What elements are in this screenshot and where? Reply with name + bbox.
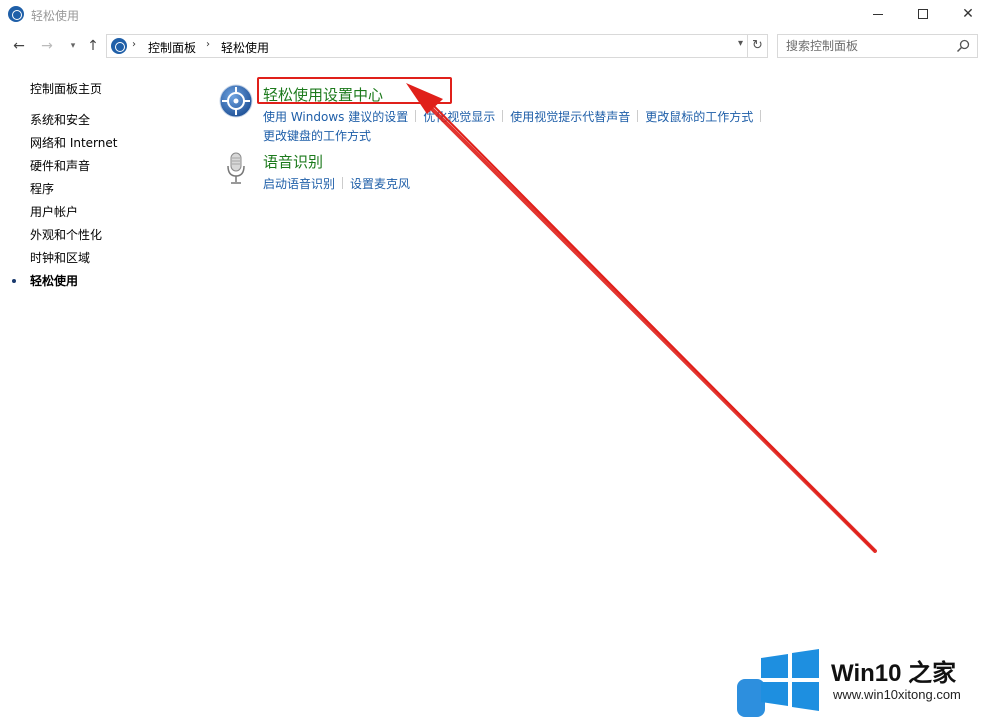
control-panel-home-link[interactable]: 控制面板主页	[30, 80, 102, 97]
chevron-down-icon: ▾	[70, 41, 76, 51]
search-icon[interactable]	[956, 39, 970, 53]
watermark-url: www.win10xitong.com	[833, 687, 961, 702]
back-arrow-icon: ←	[13, 38, 25, 54]
up-button[interactable]: ↑	[84, 36, 102, 56]
maximize-icon	[918, 9, 928, 19]
nav-item-label: 外观和个性化	[30, 228, 103, 242]
separator	[342, 177, 344, 189]
task-link-recommended-settings[interactable]: 使用 Windows 建议的设置	[263, 110, 408, 124]
task-links: 使用 Windows 建议的设置 优化视觉显示 使用视觉提示代替声音 更改鼠标的工作方…	[263, 108, 823, 146]
control-panel-icon	[111, 38, 127, 54]
address-bar[interactable]: › 控制面板 › 轻松使用 ▾	[106, 34, 748, 58]
recent-locations-button[interactable]: ▾	[64, 36, 82, 56]
window-title: 轻松使用	[31, 9, 80, 23]
separator	[637, 110, 639, 122]
search-box[interactable]	[777, 34, 978, 58]
windows-logo-icon	[761, 649, 819, 711]
nav-item-clock-region[interactable]: 时钟和区域	[0, 250, 117, 273]
breadcrumb-ease-of-access[interactable]: 轻松使用	[221, 39, 269, 56]
forward-arrow-icon: →	[41, 38, 53, 54]
close-icon: ✕	[962, 6, 974, 22]
nav-item-label: 用户帐户	[30, 205, 79, 219]
back-button[interactable]: ←	[10, 36, 28, 56]
speech-recognition-link[interactable]: 语音识别	[263, 151, 323, 172]
task-link-keyboard-settings[interactable]: 更改键盘的工作方式	[263, 129, 371, 143]
active-bullet-icon	[12, 279, 16, 283]
minimize-icon	[873, 13, 883, 15]
annotation-highlight-box	[257, 77, 452, 104]
minimize-button[interactable]	[855, 0, 901, 30]
nav-item-appearance[interactable]: 外观和个性化	[0, 227, 117, 250]
nav-item-label: 程序	[30, 182, 55, 196]
nav-item-programs[interactable]: 程序	[0, 181, 117, 204]
separator	[760, 110, 762, 122]
search-input[interactable]	[778, 35, 948, 57]
nav-item-user-accounts[interactable]: 用户帐户	[0, 204, 117, 227]
task-link-visual-cues[interactable]: 使用视觉提示代替声音	[510, 110, 630, 124]
address-dropdown-icon[interactable]: ▾	[738, 38, 743, 49]
nav-item-label: 轻松使用	[30, 274, 79, 288]
microphone-icon	[227, 152, 245, 184]
task-link-setup-microphone[interactable]: 设置麦克风	[350, 177, 410, 191]
nav-item-network-internet[interactable]: 网络和 Internet	[0, 135, 117, 158]
nav-item-hardware-sound[interactable]: 硬件和声音	[0, 158, 117, 181]
category-list: 系统和安全 网络和 Internet 硬件和声音 程序 用户帐户 外观和个性化 …	[0, 112, 117, 296]
breadcrumb-separator-icon[interactable]: ›	[132, 39, 136, 50]
maximize-button[interactable]	[900, 0, 946, 30]
task-link-mouse-settings[interactable]: 更改鼠标的工作方式	[645, 110, 753, 124]
nav-item-ease-of-access[interactable]: 轻松使用	[0, 273, 117, 296]
title-bar: 轻松使用 ✕	[0, 0, 991, 30]
task-link-optimize-display[interactable]: 优化视觉显示	[423, 110, 495, 124]
watermark: Win10 之家 www.win10xitong.com	[737, 649, 987, 719]
nav-item-label: 网络和 Internet	[30, 136, 118, 150]
separator	[415, 110, 417, 122]
nav-item-label: 系统和安全	[30, 113, 91, 127]
refresh-button[interactable]: ↻	[748, 34, 768, 58]
task-links: 启动语音识别 设置麦克风	[263, 175, 823, 192]
control-panel-icon	[8, 6, 24, 22]
nav-item-label: 硬件和声音	[30, 159, 91, 173]
refresh-icon: ↻	[752, 38, 763, 53]
close-button[interactable]: ✕	[945, 0, 991, 30]
up-arrow-icon: ↑	[87, 38, 99, 54]
watermark-title: Win10 之家	[831, 660, 957, 687]
ease-of-access-icon	[219, 84, 253, 118]
task-link-start-speech-recognition[interactable]: 启动语音识别	[263, 177, 335, 191]
breadcrumb-separator-icon[interactable]: ›	[206, 39, 210, 50]
breadcrumb-control-panel[interactable]: 控制面板	[148, 39, 196, 56]
nav-item-label: 时钟和区域	[30, 251, 91, 265]
navigation-bar: ← → ▾ ↑ › 控制面板 › 轻松使用 ▾ ↻	[0, 32, 991, 60]
forward-button[interactable]: →	[38, 36, 56, 56]
nav-item-system-security[interactable]: 系统和安全	[0, 112, 117, 135]
separator	[502, 110, 504, 122]
